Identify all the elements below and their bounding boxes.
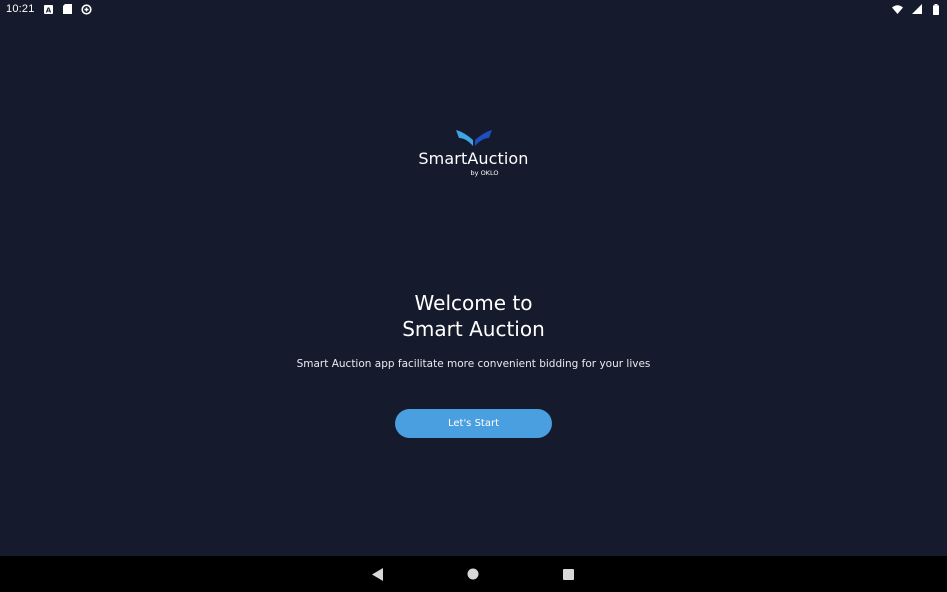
battery-icon <box>930 3 941 15</box>
app-logo: SmartAuction by OKLO <box>0 126 947 177</box>
status-bar-left: 10:21 A <box>6 3 92 15</box>
welcome-screen: 10:21 A SmartAuction by OKLO Welcome to … <box>0 0 947 592</box>
welcome-title-line2: Smart Auction <box>402 317 545 341</box>
welcome-title-line1: Welcome to <box>414 291 533 315</box>
logo-name: SmartAuction <box>418 149 529 168</box>
home-icon[interactable] <box>465 566 481 582</box>
wifi-icon <box>892 4 903 15</box>
logo-wings-icon <box>455 130 492 146</box>
a-icon: A <box>43 4 54 15</box>
back-icon[interactable] <box>370 566 386 582</box>
welcome-section: Welcome to Smart Auction Smart Auction a… <box>0 290 947 370</box>
lets-start-button[interactable]: Let's Start <box>395 409 552 438</box>
signal-icon <box>911 4 922 15</box>
data-saver-icon <box>80 3 92 15</box>
svg-text:A: A <box>45 6 51 14</box>
navigation-bar <box>0 556 947 592</box>
status-bar-right <box>892 3 941 15</box>
sd-card-icon <box>62 4 73 15</box>
status-bar: 10:21 A <box>0 0 947 18</box>
welcome-subtitle: Smart Auction app facilitate more conven… <box>296 358 651 370</box>
logo-byline: by OKLO <box>470 169 499 177</box>
status-time: 10:21 <box>6 3 35 15</box>
recents-icon[interactable] <box>560 566 576 582</box>
